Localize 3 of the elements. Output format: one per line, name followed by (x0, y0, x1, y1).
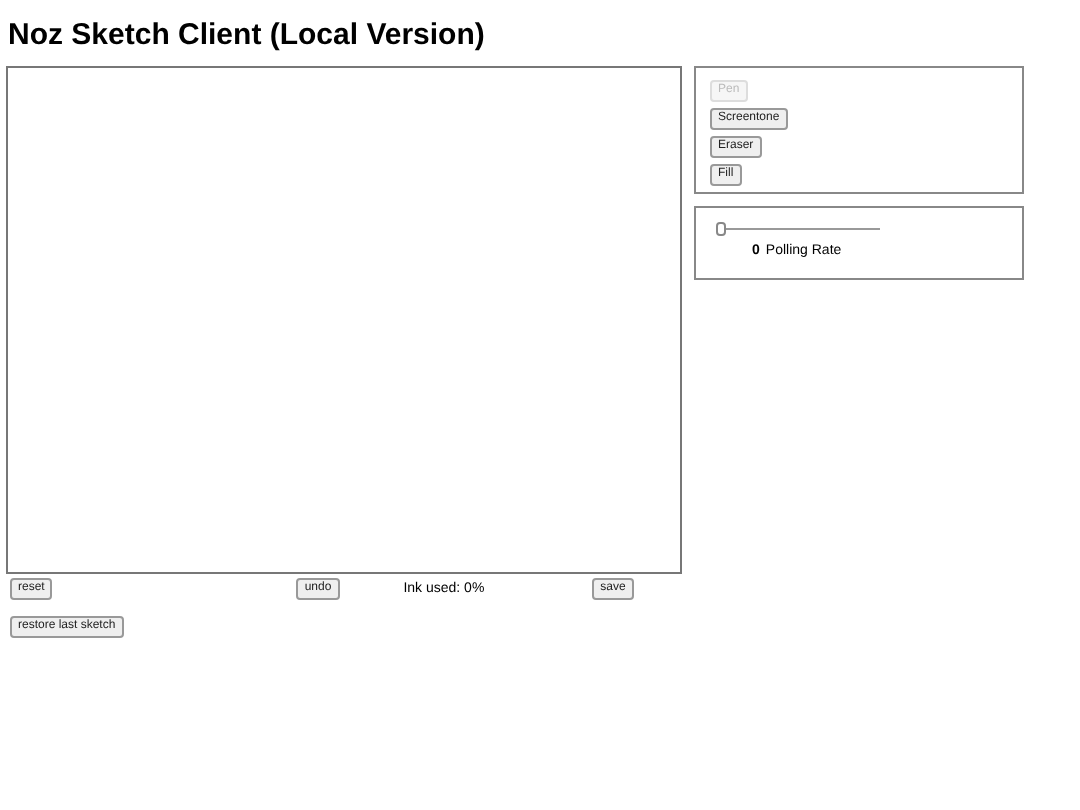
slider-thumb[interactable] (716, 222, 726, 236)
polling-slider[interactable] (716, 222, 880, 236)
page-title: Noz Sketch Client (Local Version) (6, 16, 487, 56)
